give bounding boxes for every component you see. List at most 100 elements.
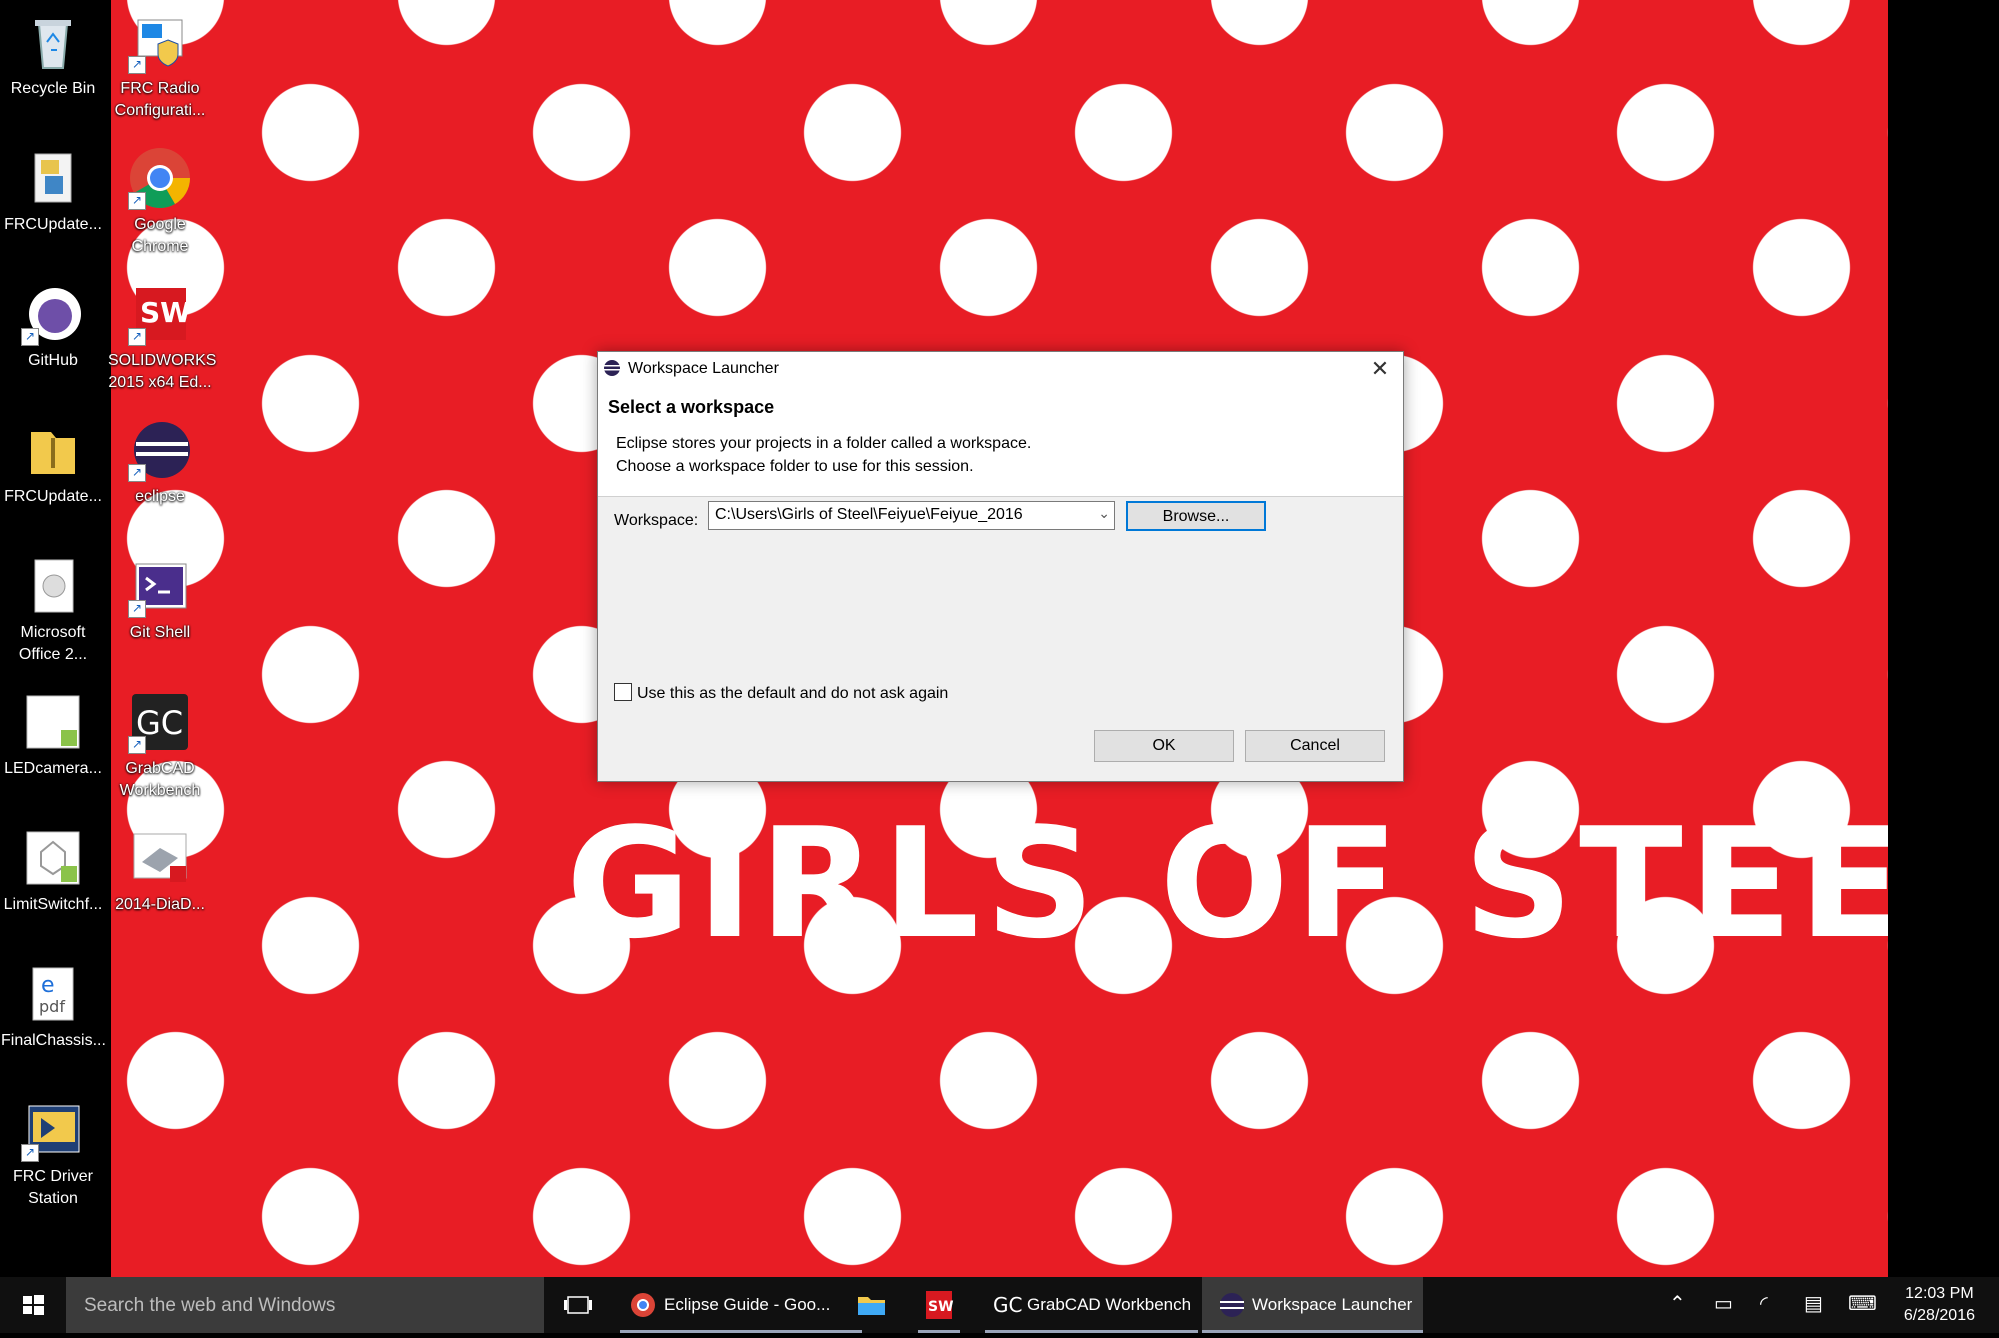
desktop-icon-git-shell[interactable]: ↗ Git Shell	[108, 554, 212, 644]
taskbar-item-file-explorer[interactable]	[850, 1277, 892, 1333]
grabcad-icon: GC ↗	[128, 690, 192, 754]
desktop-icon-limitswitch[interactable]: LimitSwitchf...	[1, 826, 105, 916]
grabcad-icon: GC	[993, 1293, 1022, 1317]
shortcut-arrow-icon: ↗	[128, 600, 146, 618]
zip-folder-icon	[21, 418, 85, 482]
desktop-icon-frc-radio-config[interactable]: ↗ FRC Radio Configurati...	[108, 10, 212, 122]
driver-station-icon: ↗	[21, 1098, 85, 1162]
icon-label: FinalChassis...	[1, 1032, 106, 1049]
icon-label: SOLIDWORKS 2015 x64 Ed...	[108, 352, 217, 391]
taskbar-item-solidworks[interactable]: SW	[918, 1277, 960, 1333]
dialog-titlebar[interactable]: Workspace Launcher ✕	[598, 352, 1403, 385]
workspace-path-value[interactable]: C:\Users\Girls of Steel\Feiyue\Feiyue_20…	[715, 506, 1023, 524]
cancel-button[interactable]: Cancel	[1245, 730, 1385, 762]
workspace-combobox[interactable]: C:\Users\Girls of Steel\Feiyue\Feiyue_20…	[708, 501, 1115, 530]
taskbar-item-label: Eclipse Guide - Goo...	[664, 1295, 831, 1314]
wifi-icon[interactable]: ◜	[1760, 1291, 1768, 1316]
shortcut-arrow-icon: ↗	[128, 464, 146, 482]
shortcut-arrow-icon: ↗	[21, 1144, 39, 1162]
shortcut-arrow-icon: ↗	[128, 736, 146, 754]
browse-button[interactable]: Browse...	[1126, 501, 1266, 531]
icon-label: GitHub	[28, 352, 78, 369]
default-workspace-checkbox-label[interactable]: Use this as the default and do not ask a…	[637, 685, 948, 703]
dialog-heading: Select a workspace	[608, 397, 775, 417]
folder-icon	[858, 1297, 885, 1315]
radio-config-icon: ↗	[128, 10, 192, 74]
dialog-title: Workspace Launcher	[628, 360, 779, 377]
shortcut-arrow-icon: ↗	[128, 56, 146, 74]
svg-text:e: e	[41, 973, 55, 998]
desktop-icon-finalchassis[interactable]: e pdf FinalChassis...	[1, 962, 106, 1052]
taskbar-item-label: GrabCAD Workbench	[1027, 1295, 1192, 1314]
desktop-icon-ledcamera[interactable]: LEDcamera...	[1, 690, 105, 780]
cd-file-icon	[21, 554, 85, 618]
icon-label: LimitSwitchf...	[3, 896, 103, 913]
icon-label: Recycle Bin	[10, 80, 96, 97]
desktop-icon-grabcad[interactable]: GC ↗ GrabCAD Workbench	[108, 690, 212, 802]
icon-label: GrabCAD Workbench	[119, 760, 201, 799]
desktop-icon-frc-driver-station[interactable]: ↗ FRC Driver Station	[1, 1098, 105, 1210]
installer-icon	[21, 146, 85, 210]
solidworks-icon: SW	[926, 1291, 954, 1319]
icon-label: FRC Radio Configurati...	[114, 80, 206, 119]
eclipse-icon: ↗	[128, 418, 192, 482]
solidworks-icon: SW ↗	[128, 282, 192, 346]
desktop-icon-google-chrome[interactable]: ↗ Google Chrome	[108, 146, 212, 258]
wallpaper-brand-text: GIRLS OF STEEL	[566, 795, 1888, 972]
desktop-icon-frcupdate-1[interactable]: FRCUpdate...	[1, 146, 105, 236]
icon-label: FRC Driver Station	[13, 1168, 93, 1207]
close-icon[interactable]: ✕	[1357, 352, 1403, 385]
svg-text:SW: SW	[928, 1299, 954, 1315]
task-view-icon	[564, 1296, 592, 1314]
keyboard-icon[interactable]: ⌨	[1848, 1291, 1877, 1316]
icon-label: LEDcamera...	[4, 760, 102, 777]
recycle-bin-icon	[21, 10, 85, 74]
eclipse-icon	[1220, 1293, 1244, 1317]
desktop-icon-github[interactable]: ↗ GitHub	[1, 282, 105, 372]
svg-text:SW: SW	[140, 296, 191, 329]
icon-label: FRCUpdate...	[4, 488, 102, 505]
shortcut-arrow-icon: ↗	[128, 192, 146, 210]
terminal-icon: ↗	[128, 554, 192, 618]
github-icon: ↗	[21, 282, 85, 346]
taskbar: Search the web and Windows Eclipse Guide…	[0, 1277, 1999, 1333]
notifications-icon[interactable]: ▤	[1804, 1291, 1823, 1316]
pdf-icon: e pdf	[21, 962, 85, 1026]
svg-text:GC: GC	[993, 1293, 1022, 1317]
dialog-description-line1: Eclipse stores your projects in a folder…	[616, 435, 1032, 452]
desktop-icon-solidworks[interactable]: SW ↗ SOLIDWORKS 2015 x64 Ed...	[108, 282, 217, 394]
icon-label: eclipse	[135, 488, 185, 505]
task-view-button[interactable]	[558, 1277, 598, 1333]
desktop-icon-microsoft-office[interactable]: Microsoft Office 2...	[1, 554, 105, 666]
desktop-icon-eclipse[interactable]: ↗ eclipse	[108, 418, 212, 508]
battery-icon[interactable]: ▭	[1714, 1291, 1733, 1316]
svg-text:pdf: pdf	[39, 997, 65, 1016]
icon-label: Git Shell	[129, 624, 191, 641]
desktop-icon-frcupdate-2[interactable]: FRCUpdate...	[1, 418, 105, 508]
workspace-launcher-dialog: Workspace Launcher ✕ Select a workspace …	[597, 351, 1404, 782]
default-workspace-checkbox[interactable]	[614, 683, 632, 701]
taskbar-search-box[interactable]: Search the web and Windows	[66, 1277, 544, 1333]
labview-file-icon	[21, 690, 85, 754]
shortcut-arrow-icon: ↗	[128, 328, 146, 346]
chrome-icon	[631, 1293, 655, 1317]
dialog-header: Select a workspace Eclipse stores your p…	[598, 385, 1403, 497]
search-placeholder[interactable]: Search the web and Windows	[84, 1295, 335, 1317]
desktop-icon-recycle-bin[interactable]: Recycle Bin	[1, 10, 105, 100]
taskbar-item-label: Workspace Launcher	[1252, 1295, 1413, 1314]
clock-time: 12:03 PM	[1905, 1285, 1974, 1302]
workspace-label: Workspace:	[614, 512, 699, 529]
icon-label: Google Chrome	[131, 216, 189, 255]
dialog-description-line2: Choose a workspace folder to use for thi…	[616, 458, 974, 475]
labview-file-icon	[21, 826, 85, 890]
chevron-up-icon[interactable]: ⌃	[1669, 1291, 1686, 1316]
taskbar-clock[interactable]: 12:03 PM 6/28/2016	[1904, 1283, 1975, 1327]
ok-button[interactable]: OK	[1094, 730, 1234, 762]
desktop-icon-2014-diad[interactable]: 2014-DiaD...	[108, 826, 212, 916]
start-button[interactable]	[0, 1277, 66, 1333]
taskbar-item-grabcad[interactable]: GC GrabCAD Workbench	[985, 1277, 1198, 1333]
taskbar-item-chrome[interactable]: Eclipse Guide - Goo...	[620, 1277, 862, 1333]
chrome-icon: ↗	[128, 146, 192, 210]
chevron-down-icon[interactable]: ⌄	[1098, 505, 1110, 522]
taskbar-item-workspace-launcher[interactable]: Workspace Launcher	[1202, 1277, 1423, 1333]
